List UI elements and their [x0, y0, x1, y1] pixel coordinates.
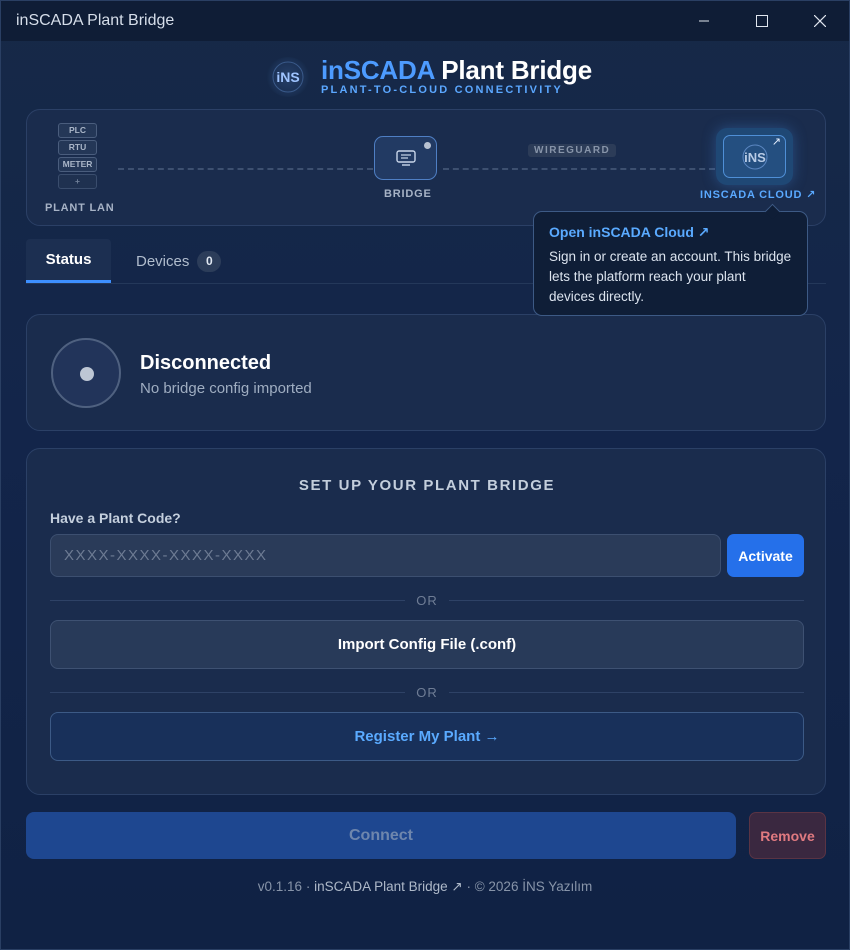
- copyright-text: © 2026 İNS Yazılım: [474, 879, 593, 894]
- footer: v0.1.16 · inSCADA Plant Bridge ↗ · © 202…: [257, 879, 593, 894]
- device-chip-plc: PLC: [58, 123, 97, 138]
- device-chip-meter: METER: [58, 157, 97, 172]
- tunnel-link-line: [443, 168, 715, 170]
- app-header: iNS inSCADA Plant Bridge PLANT-TO-CLOUD …: [1, 53, 849, 99]
- tab-status[interactable]: Status: [26, 239, 111, 283]
- tooltip-body: Sign in or create an account. This bridg…: [549, 249, 792, 304]
- inscada-cloud-node[interactable]: iNS ↗: [716, 128, 793, 185]
- bridge-status-dot: [424, 142, 431, 149]
- remove-button[interactable]: Remove: [749, 812, 826, 859]
- window-title: inSCADA Plant Bridge: [16, 12, 175, 29]
- tab-devices[interactable]: Devices 0: [136, 239, 222, 283]
- footer-product-link[interactable]: inSCADA Plant Bridge ↗: [314, 879, 463, 894]
- status-dot-icon: [80, 367, 94, 381]
- tab-status-label: Status: [45, 251, 92, 268]
- close-icon: [814, 15, 826, 27]
- close-button[interactable]: [791, 1, 849, 41]
- app-brand: inSCADA Plant Bridge: [321, 55, 592, 86]
- cloud-tooltip: Open inSCADA Cloud ↗ Sign in or create a…: [533, 211, 808, 316]
- external-link-icon: ↗: [771, 136, 781, 148]
- register-plant-button[interactable]: Register My Plant →: [50, 712, 804, 761]
- bridge-label: BRIDGE: [384, 188, 432, 200]
- device-chip-rtu: RTU: [58, 140, 97, 155]
- setup-card: SET UP YOUR PLANT BRIDGE Have a Plant Co…: [26, 448, 826, 795]
- devices-count-badge: 0: [197, 250, 222, 272]
- version-text: v0.1.16: [257, 879, 303, 894]
- activate-button[interactable]: Activate: [727, 534, 804, 577]
- inscada-cloud-link[interactable]: INSCADA CLOUD ↗: [700, 188, 816, 201]
- svg-text:iNS: iNS: [276, 69, 299, 85]
- cloud-icon-frame: iNS ↗: [723, 135, 786, 178]
- brand-inscada: inSCADA: [321, 55, 435, 85]
- app-window: inSCADA Plant Bridge iNS inSCADA Plant B…: [0, 0, 850, 950]
- or-text: OR: [416, 685, 438, 700]
- maximize-button[interactable]: [733, 1, 791, 41]
- tooltip-title-link[interactable]: Open inSCADA Cloud ↗: [549, 224, 792, 241]
- svg-text:iNS: iNS: [744, 150, 766, 165]
- ins-logo-icon: iNS: [266, 57, 310, 97]
- or-divider: OR: [50, 592, 804, 610]
- title-bar[interactable]: inSCADA Plant Bridge: [1, 1, 849, 41]
- minimize-button[interactable]: [675, 1, 733, 41]
- bridge-node: [374, 136, 437, 180]
- wireguard-badge: WIREGUARD: [528, 144, 617, 157]
- maximize-icon: [756, 15, 768, 27]
- lan-link-line: [118, 168, 373, 170]
- status-subtitle: No bridge config imported: [140, 380, 312, 397]
- plant-code-label: Have a Plant Code?: [50, 510, 181, 526]
- minimize-icon: [699, 20, 709, 22]
- status-title: Disconnected: [140, 352, 272, 374]
- connect-button[interactable]: Connect: [26, 812, 736, 859]
- topology-card: PLC RTU METER + PLANT LAN BRIDGE WIREGUA…: [26, 109, 826, 226]
- plant-code-input[interactable]: [50, 534, 721, 577]
- bridge-icon: [395, 150, 416, 166]
- device-chip-more: +: [58, 174, 97, 189]
- setup-title: SET UP YOUR PLANT BRIDGE: [298, 477, 556, 494]
- status-indicator: [51, 338, 121, 408]
- or-divider: OR: [50, 684, 804, 702]
- plant-device-stack: PLC RTU METER +: [58, 123, 98, 191]
- or-text: OR: [416, 593, 438, 608]
- inscada-cloud-icon: iNS: [742, 144, 767, 169]
- plant-lan-label: PLANT LAN: [45, 202, 115, 214]
- app-tagline: PLANT-TO-CLOUD CONNECTIVITY: [321, 84, 563, 96]
- import-config-button[interactable]: Import Config File (.conf): [50, 620, 804, 669]
- tab-devices-label: Devices: [136, 252, 190, 270]
- connection-status-card: Disconnected No bridge config imported: [26, 314, 826, 431]
- brand-plant-bridge: Plant Bridge: [441, 55, 592, 85]
- window-controls: [675, 1, 849, 41]
